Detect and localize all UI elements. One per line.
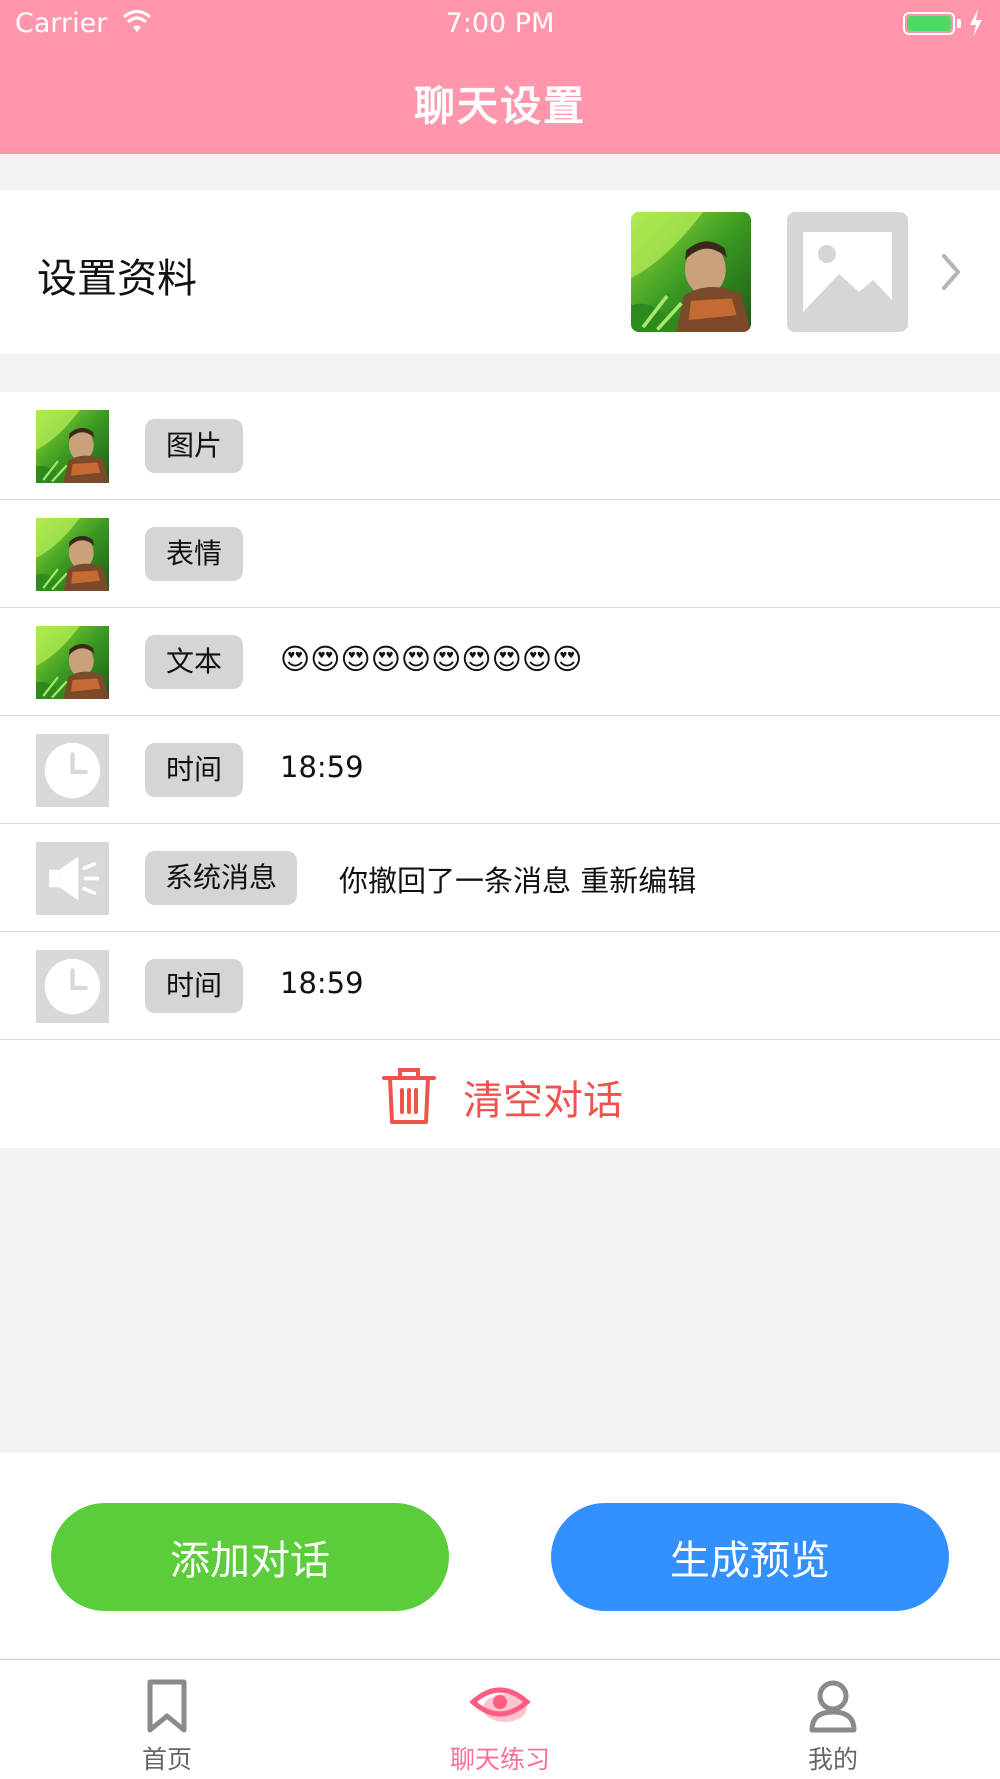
message-type-badge: 系统消息 [145, 851, 298, 905]
clock-icon [36, 734, 109, 807]
battery-tip [957, 19, 961, 28]
message-row-time[interactable]: 时间 18:59 [0, 716, 1000, 824]
message-row-text[interactable]: 文本 😍😍😍😍😍😍😍😍😍😍 [0, 608, 1000, 716]
charging-bolt-icon [970, 9, 982, 37]
profile-settings-row[interactable]: 设置资料 [0, 190, 1000, 354]
other-avatar-placeholder[interactable] [787, 212, 908, 332]
generate-preview-button[interactable]: 生成预览 [551, 1503, 949, 1611]
image-placeholder-icon [803, 232, 892, 312]
user-icon [809, 1680, 857, 1733]
tab-bar: 首页 聊天练习 我的 [0, 1659, 1000, 1779]
speaker-icon [36, 842, 109, 915]
status-bar: Carrier 7:00 PM [0, 0, 1000, 50]
clock-label: 7:00 PM [445, 8, 555, 39]
add-conversation-button[interactable]: 添加对话 [51, 1503, 449, 1611]
message-type-badge: 表情 [145, 527, 243, 581]
message-type-badge: 图片 [145, 419, 243, 473]
message-row-system[interactable]: 系统消息 你撤回了一条消息 重新编辑 [0, 824, 1000, 932]
my-avatar[interactable] [631, 212, 751, 332]
trash-icon [382, 1068, 436, 1124]
tab-label: 我的 [807, 1745, 858, 1774]
clock-icon [36, 950, 109, 1023]
profile-settings-label: 设置资料 [37, 256, 197, 302]
message-row-time[interactable]: 时间 18:59 [0, 932, 1000, 1040]
page-title: 聊天设置 [414, 82, 586, 130]
message-content: 18:59 [280, 750, 364, 784]
chevron-right-icon [942, 254, 960, 290]
message-content: 😍😍😍😍😍😍😍😍😍😍 [280, 642, 583, 676]
message-content: 18:59 [280, 966, 364, 1000]
tab-label: 首页 [141, 1745, 192, 1774]
battery-icon [903, 12, 955, 35]
avatar [36, 410, 109, 483]
message-content: 你撤回了一条消息 重新编辑 [339, 864, 697, 898]
tab-mine[interactable]: 我的 [666, 1660, 1000, 1779]
message-list: 图片 表情 文本 😍😍😍😍😍😍😍😍😍😍 时间 18:59 系统消息 你撤回了一条… [0, 392, 1000, 1148]
avatar [36, 518, 109, 591]
message-type-badge: 时间 [145, 743, 243, 797]
action-panel: 添加对话 生成预览 [0, 1453, 1000, 1658]
message-type-badge: 时间 [145, 959, 243, 1013]
message-row-sticker[interactable]: 表情 [0, 500, 1000, 608]
tab-label: 聊天练习 [449, 1745, 550, 1774]
tab-chat-practice[interactable]: 聊天练习 [333, 1660, 667, 1779]
message-type-badge: 文本 [145, 635, 243, 689]
eye-icon [469, 1687, 531, 1722]
clear-conversation-button[interactable]: 清空对话 [0, 1040, 1000, 1148]
navigation-bar: 聊天设置 [0, 50, 1000, 154]
avatar [36, 626, 109, 699]
clear-conversation-label: 清空对话 [463, 1078, 623, 1124]
message-row-image[interactable]: 图片 [0, 392, 1000, 500]
tab-home[interactable]: 首页 [0, 1660, 334, 1779]
bookmark-icon [147, 1679, 187, 1733]
